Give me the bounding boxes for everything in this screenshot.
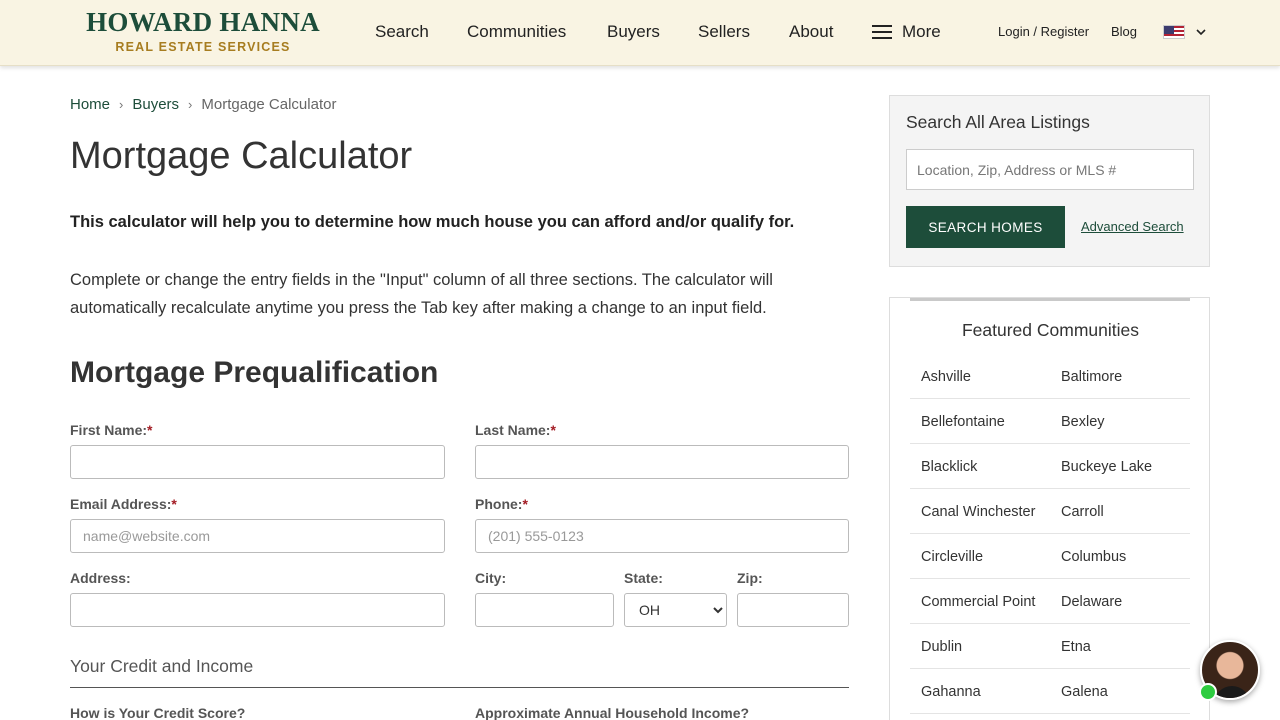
nav-sellers[interactable]: Sellers: [698, 20, 750, 44]
required-mark: *: [522, 496, 528, 512]
community-link[interactable]: Buckeye Lake: [1061, 459, 1152, 475]
list-item: Gahanna Galena: [910, 669, 1190, 714]
required-mark: *: [147, 422, 153, 438]
intro-bold-text: This calculator will help you to determi…: [70, 213, 795, 231]
community-link[interactable]: Bexley: [1061, 414, 1105, 430]
prequalification-title: Mortgage Prequalification: [70, 356, 439, 389]
logo-main-text: HOWARD HANNA: [86, 7, 320, 37]
community-link[interactable]: Columbus: [1061, 549, 1126, 565]
required-mark: *: [171, 496, 177, 512]
community-link[interactable]: Ashville: [921, 369, 971, 385]
logo[interactable]: HOWARD HANNA REAL ESTATE SERVICES: [70, 8, 336, 54]
community-link[interactable]: Blacklick: [921, 459, 977, 475]
first-name-label: First Name:*: [70, 422, 153, 438]
zip-field[interactable]: [737, 593, 849, 627]
household-income-label: Approximate Annual Household Income?: [475, 705, 750, 720]
featured-communities-title: Featured Communities: [961, 320, 1140, 340]
address-label: Address:: [70, 570, 131, 586]
breadcrumb-current: Mortgage Calculator: [201, 96, 337, 113]
advanced-search-link[interactable]: Advanced Search: [1081, 219, 1184, 235]
featured-communities-panel: Featured Communities Ashville Baltimore B…: [889, 297, 1210, 720]
list-item: Circleville Columbus: [910, 534, 1190, 579]
area-search-panel: Search All Area Listings SEARCH HOMES Ad…: [889, 95, 1210, 267]
panel-top-bar: [910, 298, 1190, 301]
city-field[interactable]: [475, 593, 614, 627]
community-link[interactable]: Commercial Point: [921, 594, 1035, 610]
phone-field[interactable]: [475, 519, 849, 553]
nav-search[interactable]: Search: [375, 20, 429, 44]
nav-about[interactable]: About: [789, 20, 833, 44]
nav-communities[interactable]: Communities: [467, 20, 566, 44]
nav-buyers[interactable]: Buyers: [607, 20, 660, 44]
first-name-field[interactable]: [70, 445, 445, 479]
community-link[interactable]: Canal Winchester: [921, 504, 1035, 520]
login-register-link[interactable]: Login / Register: [998, 24, 1089, 40]
email-field[interactable]: [70, 519, 445, 553]
page-title: Mortgage Calculator: [70, 135, 413, 177]
hamburger-menu-icon[interactable]: [872, 25, 892, 39]
community-link[interactable]: Etna: [1061, 639, 1091, 655]
chevron-down-icon[interactable]: [1195, 26, 1207, 38]
list-item: Commercial Point Delaware: [910, 579, 1190, 624]
credit-income-title: Your Credit and Income: [70, 656, 254, 676]
list-item: Dublin Etna: [910, 624, 1190, 669]
community-link[interactable]: Gahanna: [921, 684, 981, 700]
area-search-title: Search All Area Listings: [906, 112, 1090, 132]
nav-more[interactable]: More: [902, 20, 941, 44]
breadcrumb-buyers[interactable]: Buyers: [132, 96, 179, 113]
email-label: Email Address:*: [70, 496, 177, 512]
community-link[interactable]: Galena: [1061, 684, 1108, 700]
search-homes-button[interactable]: SEARCH HOMES: [906, 206, 1065, 248]
state-label: State:: [624, 570, 663, 586]
city-label: City:: [475, 570, 507, 586]
last-name-field[interactable]: [475, 445, 849, 479]
credit-score-label: How is Your Credit Score?: [70, 705, 246, 720]
blog-link[interactable]: Blog: [1111, 24, 1137, 40]
zip-label: Zip:: [737, 570, 763, 586]
breadcrumb-chevron-icon: ›: [188, 97, 193, 112]
list-item: Blacklick Buckeye Lake: [910, 444, 1190, 489]
list-item: Canal Winchester Carroll: [910, 489, 1190, 534]
section-divider: [70, 687, 849, 688]
state-select[interactable]: OH: [624, 593, 727, 627]
us-flag-icon[interactable]: [1163, 25, 1185, 39]
site-header: HOWARD HANNA REAL ESTATE SERVICES Search…: [0, 0, 1280, 66]
online-status-icon: [1199, 683, 1217, 701]
listing-search-input[interactable]: [906, 149, 1194, 190]
communities-list: Ashville Baltimore Bellefontaine Bexley Bl…: [910, 354, 1190, 714]
breadcrumb-chevron-icon: ›: [119, 97, 124, 112]
breadcrumb-home[interactable]: Home: [70, 96, 110, 113]
list-item: Bellefontaine Bexley: [910, 399, 1190, 444]
community-link[interactable]: Carroll: [1061, 504, 1104, 520]
community-link[interactable]: Circleville: [921, 549, 983, 565]
community-link[interactable]: Bellefontaine: [921, 414, 1005, 430]
required-mark: *: [550, 422, 556, 438]
intro-text: Complete or change the entry fields in t…: [70, 271, 773, 317]
list-item: Ashville Baltimore: [910, 354, 1190, 399]
community-link[interactable]: Dublin: [921, 639, 962, 655]
phone-label: Phone:*: [475, 496, 528, 512]
address-field[interactable]: [70, 593, 445, 627]
community-link[interactable]: Delaware: [1061, 594, 1122, 610]
logo-sub-text: REAL ESTATE SERVICES: [115, 40, 291, 54]
last-name-label: Last Name:*: [475, 422, 556, 438]
community-link[interactable]: Baltimore: [1061, 369, 1122, 385]
breadcrumb: Home › Buyers › Mortgage Calculator: [70, 96, 336, 114]
